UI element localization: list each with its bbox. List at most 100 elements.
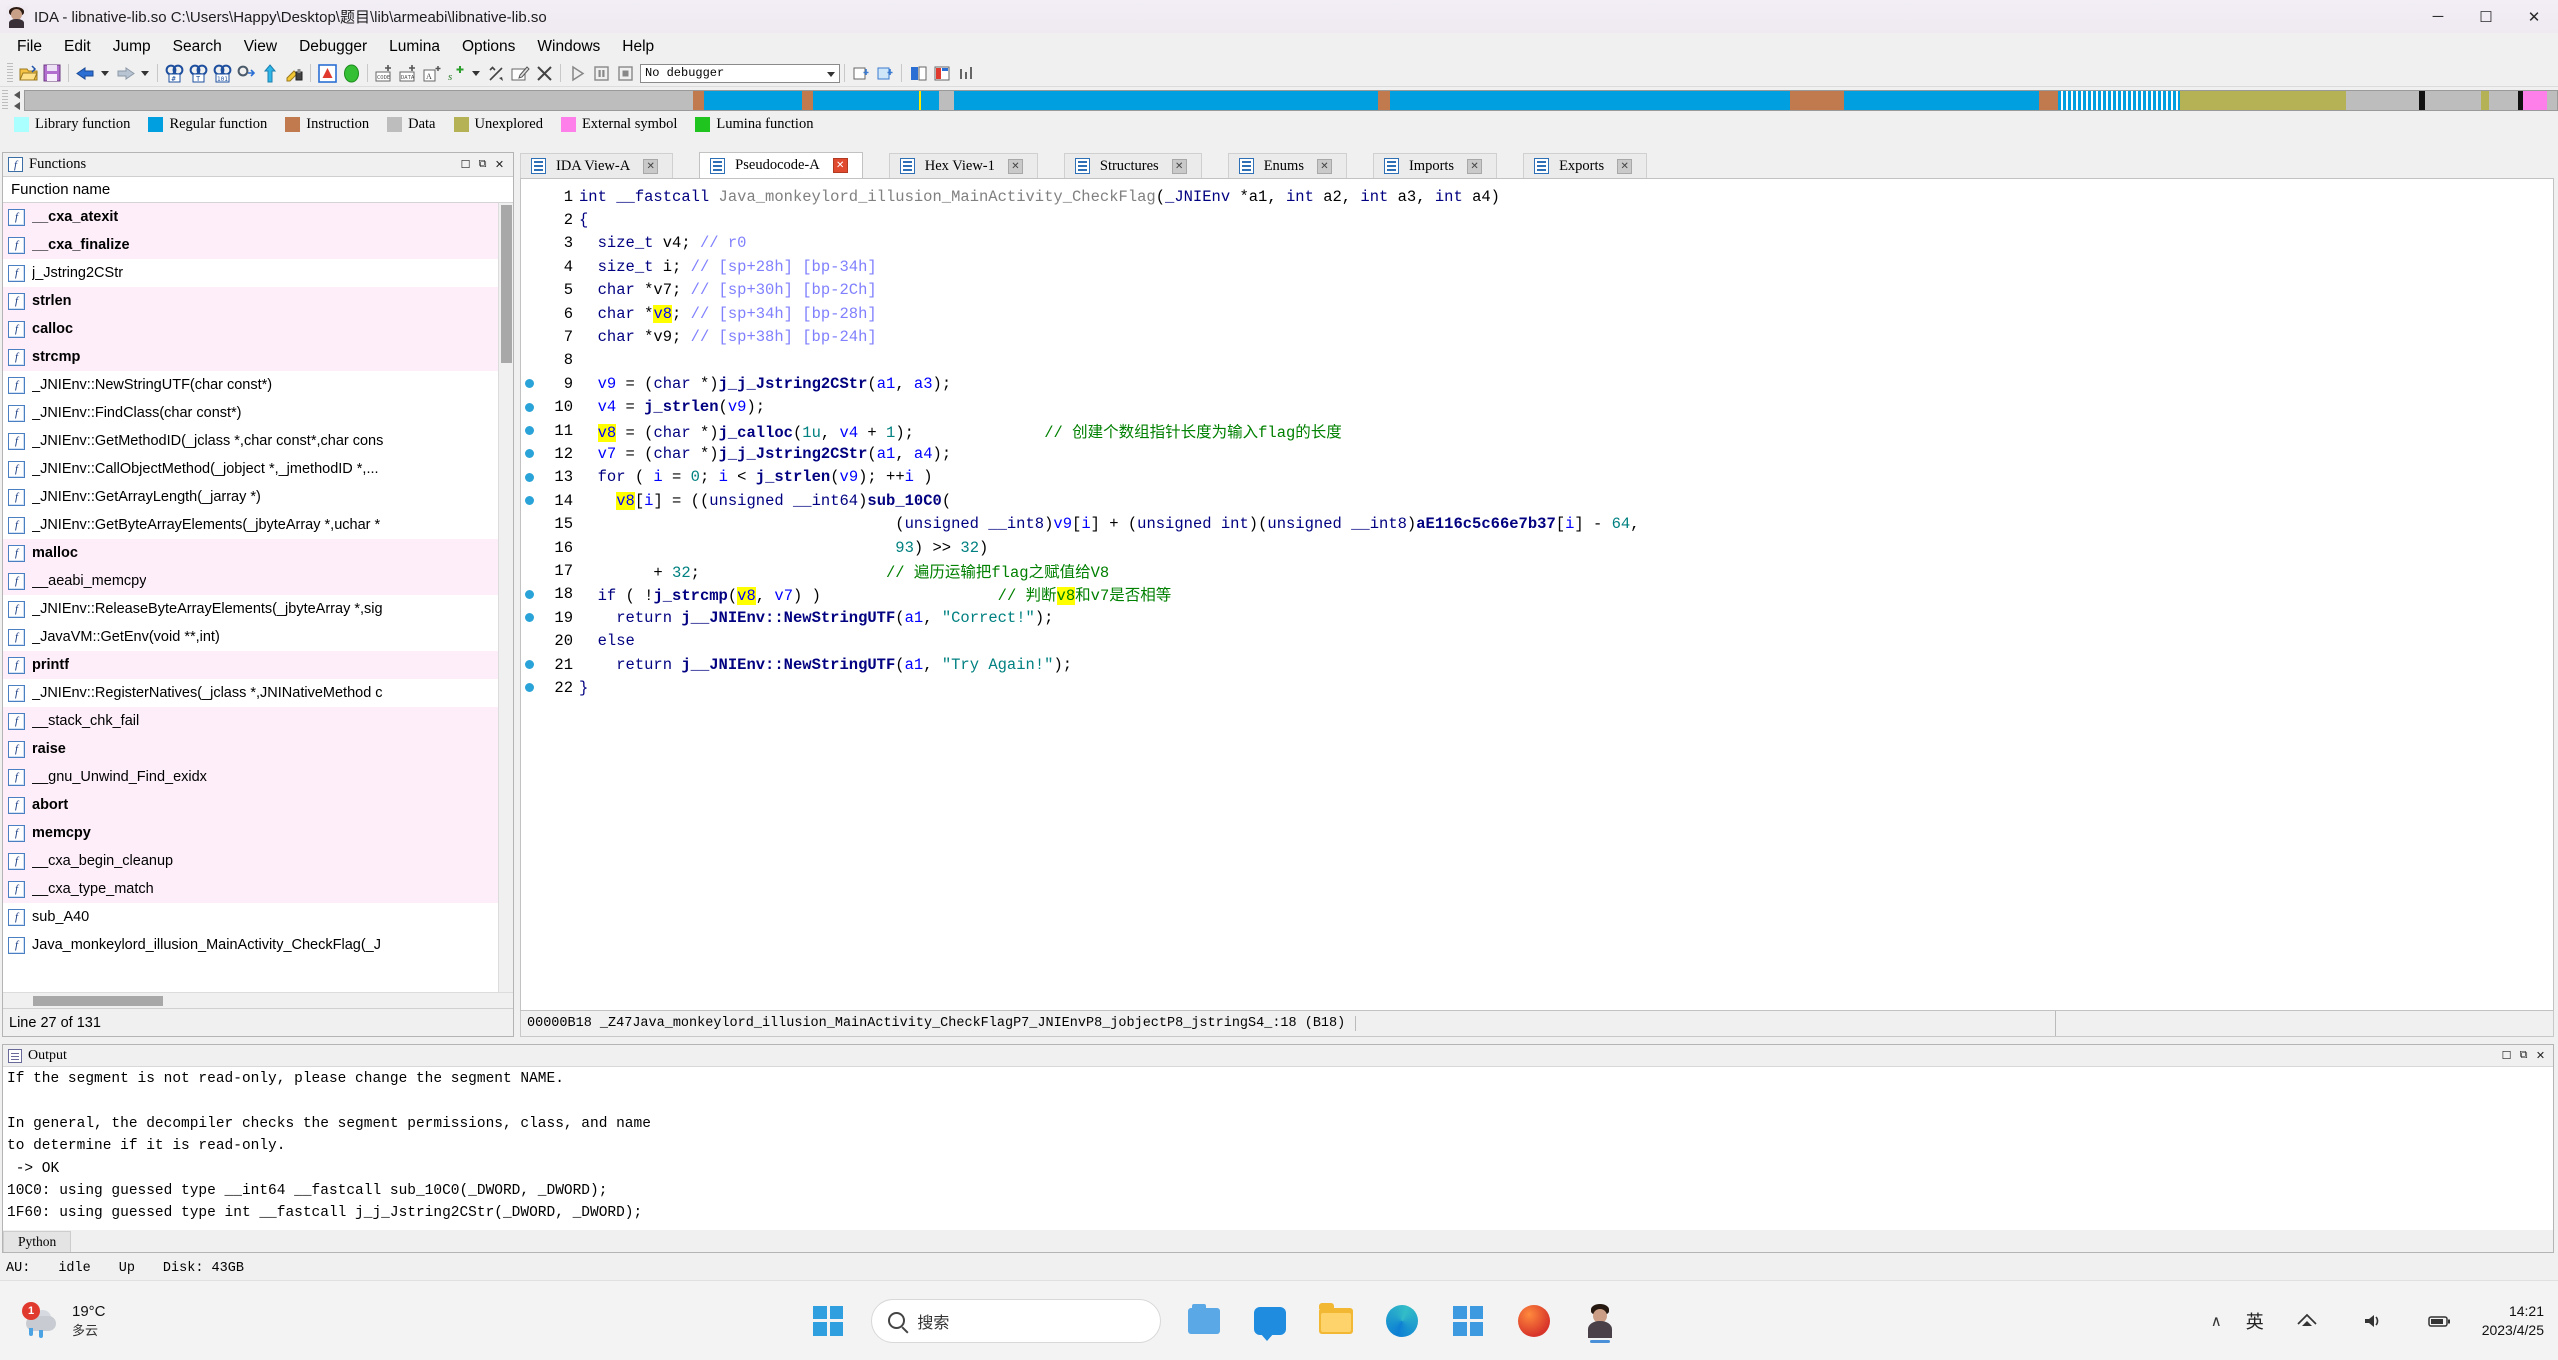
close-icon[interactable]: ✕	[1467, 159, 1482, 174]
taskbar-qq-icon[interactable]	[1507, 1294, 1561, 1348]
graph-icon[interactable]	[955, 62, 977, 84]
table-row[interactable]: fraise	[3, 735, 513, 763]
table-row[interactable]: fJava_monkeylord_illusion_MainActivity_C…	[3, 931, 513, 959]
structures-icon[interactable]	[907, 62, 929, 84]
breakpoint-marker[interactable]	[521, 613, 537, 622]
tab-exports[interactable]: Exports✕	[1523, 153, 1647, 178]
open-file-icon[interactable]	[17, 62, 39, 84]
code-line[interactable]: 16 93) >> 32)	[521, 536, 2553, 559]
table-row[interactable]: f__cxa_begin_cleanup	[3, 847, 513, 875]
code-line[interactable]: 2{	[521, 208, 2553, 231]
functions-vscroll-thumb[interactable]	[501, 205, 512, 363]
output-restore-icon[interactable]: ⧉	[2515, 1047, 2532, 1064]
code-line[interactable]: 10 v4 = j_strlen(v9);	[521, 396, 2553, 419]
navband-grip[interactable]	[2, 90, 8, 111]
forward-history-caret[interactable]	[141, 71, 149, 76]
table-row[interactable]: f_JavaVM::GetEnv(void **,int)	[3, 623, 513, 651]
functions-hscroll-thumb[interactable]	[33, 996, 163, 1006]
minimize-button[interactable]: ─	[2414, 0, 2462, 33]
menu-windows[interactable]: Windows	[526, 35, 611, 59]
menu-view[interactable]: View	[233, 35, 288, 59]
table-row[interactable]: f_JNIEnv::RegisterNatives(_jclass *,JNIN…	[3, 679, 513, 707]
maximize-button[interactable]: ☐	[2462, 0, 2510, 33]
functions-horizontal-scrollbar[interactable]	[3, 992, 513, 1008]
chevron-up-icon[interactable]: ∧	[2211, 1312, 2222, 1330]
code-line[interactable]: 7 char *v9; // [sp+38h] [bp-24h]	[521, 325, 2553, 348]
search-next-icon[interactable]	[235, 62, 257, 84]
table-row[interactable]: fabort	[3, 791, 513, 819]
make-code-icon[interactable]: CODE	[373, 62, 395, 84]
table-row[interactable]: f_JNIEnv::GetByteArrayElements(_jbyteArr…	[3, 511, 513, 539]
search-binary-icon[interactable]: 101	[211, 62, 233, 84]
menu-options[interactable]: Options	[451, 35, 526, 59]
code-line[interactable]: 14 v8[i] = ((unsigned __int64)sub_10C0(	[521, 489, 2553, 512]
functions-vertical-scrollbar[interactable]	[498, 203, 513, 992]
tab-hex-view-1[interactable]: Hex View-1✕	[889, 153, 1038, 178]
debugger-select[interactable]: No debugger	[640, 64, 840, 83]
undefine-icon[interactable]	[485, 62, 507, 84]
make-data-icon[interactable]: DATA	[397, 62, 419, 84]
toolbar-grip[interactable]	[7, 63, 13, 83]
close-icon[interactable]: ✕	[833, 158, 848, 173]
menu-search[interactable]: Search	[162, 35, 233, 59]
taskbar-folder-icon[interactable]	[1309, 1294, 1363, 1348]
breakpoint-marker[interactable]	[521, 473, 537, 482]
close-icon[interactable]: ✕	[1172, 159, 1187, 174]
table-row[interactable]: f__cxa_finalize	[3, 231, 513, 259]
menu-help[interactable]: Help	[611, 35, 665, 59]
menu-lumina[interactable]: Lumina	[378, 35, 451, 59]
taskbar-chat-icon[interactable]	[1243, 1294, 1297, 1348]
tab-imports[interactable]: Imports✕	[1373, 153, 1497, 178]
close-icon[interactable]: ✕	[1317, 159, 1332, 174]
table-row[interactable]: fj_Jstring2CStr	[3, 259, 513, 287]
close-icon[interactable]: ✕	[1008, 159, 1023, 174]
tab-enums[interactable]: Enums✕	[1228, 153, 1347, 178]
menu-jump[interactable]: Jump	[102, 35, 162, 59]
run-debugger-icon[interactable]	[566, 62, 588, 84]
code-line[interactable]: 6 char *v8; // [sp+34h] [bp-28h]	[521, 302, 2553, 325]
taskbar-edge-icon[interactable]	[1375, 1294, 1429, 1348]
functions-column-header[interactable]: Function name	[3, 177, 513, 203]
warnings-icon[interactable]	[316, 62, 338, 84]
table-row[interactable]: fcalloc	[3, 315, 513, 343]
pause-debugger-icon[interactable]	[590, 62, 612, 84]
save-icon[interactable]	[41, 62, 63, 84]
code-line[interactable]: 20 else	[521, 629, 2553, 652]
functions-list[interactable]: f__cxa_atexitf__cxa_finalizefj_Jstring2C…	[3, 203, 513, 992]
back-history-caret[interactable]	[101, 71, 109, 76]
breakpoint-marker[interactable]	[521, 496, 537, 505]
ime-indicator[interactable]: 英	[2246, 1308, 2264, 1334]
jump-up-arrow-icon[interactable]	[259, 62, 281, 84]
output-close-icon[interactable]: ✕	[2532, 1047, 2549, 1064]
code-line[interactable]: 4 size_t i; // [sp+28h] [bp-34h]	[521, 255, 2553, 278]
taskbar-clock[interactable]: 14:21 2023/4/25	[2482, 1302, 2544, 1340]
close-icon[interactable]: ✕	[1617, 159, 1632, 174]
code-line[interactable]: 5 char *v7; // [sp+30h] [bp-2Ch]	[521, 279, 2553, 302]
code-line[interactable]: 22}	[521, 676, 2553, 699]
close-button[interactable]: ✕	[2510, 0, 2558, 33]
table-row[interactable]: f_JNIEnv::GetMethodID(_jclass *,char con…	[3, 427, 513, 455]
breakpoint-marker[interactable]	[521, 379, 537, 388]
table-row[interactable]: f__aeabi_memcpy	[3, 567, 513, 595]
lumina-pull-icon[interactable]	[850, 62, 872, 84]
table-row[interactable]: f__cxa_type_match	[3, 875, 513, 903]
taskbar-file-explorer-icon[interactable]	[1177, 1294, 1231, 1348]
menu-file[interactable]: File	[6, 35, 53, 59]
table-row[interactable]: f_JNIEnv::GetArrayLength(_jarray *)	[3, 483, 513, 511]
network-icon[interactable]	[2280, 1294, 2334, 1348]
breakpoint-marker[interactable]	[521, 426, 537, 435]
table-row[interactable]: fstrcmp	[3, 343, 513, 371]
code-line[interactable]: 1int __fastcall Java_monkeylord_illusion…	[521, 185, 2553, 208]
tab-pseudocode-a[interactable]: Pseudocode-A✕	[699, 152, 863, 178]
navigation-band[interactable]	[24, 90, 2558, 111]
close-icon[interactable]: ✕	[643, 159, 658, 174]
code-line[interactable]: 9 v9 = (char *)j_j_Jstring2CStr(a1, a3);	[521, 372, 2553, 395]
stop-debugger-icon[interactable]	[614, 62, 636, 84]
lumina-push-icon[interactable]	[874, 62, 896, 84]
string-type-caret[interactable]	[472, 71, 480, 76]
start-button[interactable]	[801, 1294, 855, 1348]
navband-arrows[interactable]	[10, 90, 24, 111]
code-line[interactable]: 11 v8 = (char *)j_calloc(1u, v4 + 1); //…	[521, 419, 2553, 442]
pseudocode-view[interactable]: 1int __fastcall Java_monkeylord_illusion…	[520, 178, 2554, 1011]
taskbar-weather-widget[interactable]: 1 19°C 多云	[22, 1303, 232, 1339]
